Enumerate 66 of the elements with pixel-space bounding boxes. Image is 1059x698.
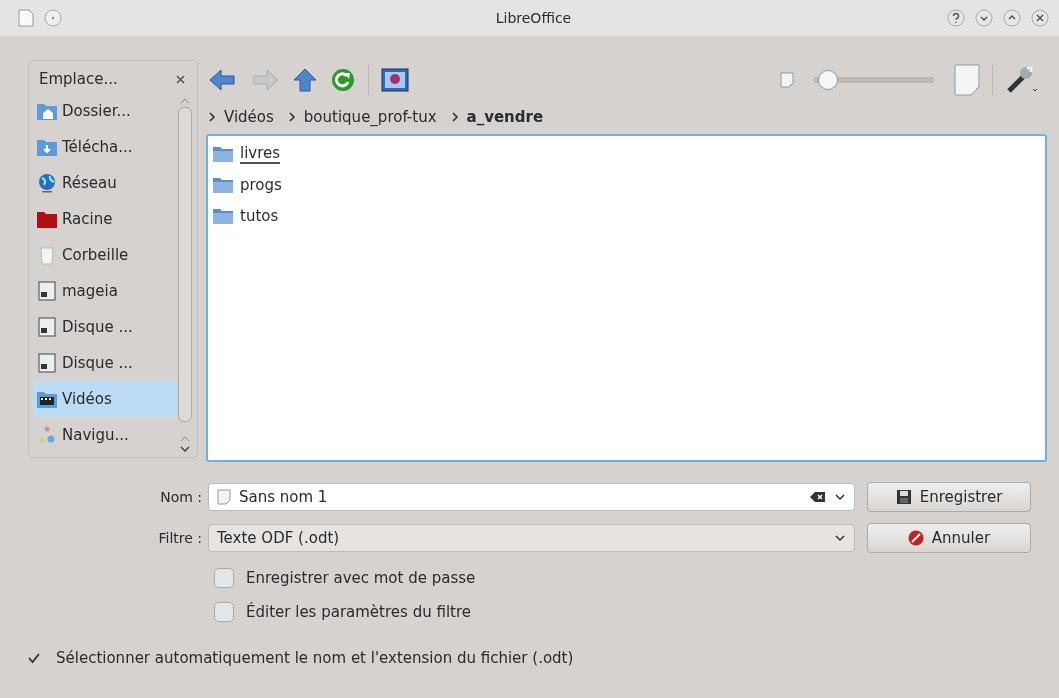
folder-icon	[212, 206, 234, 225]
place-item[interactable]: mageia	[33, 273, 177, 309]
field-label: Nom :	[159, 488, 202, 505]
up-arrow-icon[interactable]	[292, 67, 318, 93]
chevron-icon	[287, 112, 296, 122]
place-item[interactable]: Vidéos	[33, 381, 177, 417]
place-item[interactable]: Navigu...	[33, 417, 177, 453]
document-icon	[217, 488, 231, 505]
place-item[interactable]: Réseau	[33, 165, 177, 201]
video-folder-icon	[36, 389, 58, 409]
dropdown-icon[interactable]	[834, 492, 846, 501]
reload-icon[interactable]	[330, 67, 356, 93]
place-item[interactable]: Corbeille	[33, 237, 177, 273]
folder-icon	[212, 175, 234, 194]
drive-icon	[36, 317, 58, 337]
close-icon[interactable]	[1031, 9, 1049, 27]
scroll-down-icon[interactable]	[179, 445, 191, 453]
place-item[interactable]: Disque ...	[33, 345, 177, 381]
chevron-icon	[208, 112, 216, 122]
help-icon[interactable]	[947, 9, 965, 27]
chevron-icon	[450, 112, 459, 122]
place-item[interactable]: Disque ...	[33, 309, 177, 345]
panel-title: Emplace...	[39, 70, 118, 88]
wrench-icon[interactable]	[1005, 65, 1039, 95]
preview-icon[interactable]	[381, 68, 409, 92]
pin-button-icon[interactable]	[44, 9, 62, 27]
download-folder-icon	[36, 137, 58, 157]
breadcrumb-item[interactable]: a_vendre	[466, 108, 544, 126]
checkbox[interactable]	[214, 568, 234, 588]
drive-icon	[36, 281, 58, 301]
home-folder-icon	[36, 101, 58, 121]
cancel-icon	[907, 529, 924, 546]
breadcrumb-item[interactable]: boutique_prof-tux	[303, 108, 437, 126]
checkbox-label: Enregistrer avec mot de passe	[246, 569, 476, 587]
minimize-icon[interactable]	[975, 9, 993, 27]
field-label: Filtre :	[157, 529, 202, 546]
floppy-icon	[895, 488, 912, 505]
cancel-button[interactable]: Annuler	[867, 522, 1031, 553]
folder-item[interactable]: progs	[212, 169, 1041, 200]
folder-icon	[212, 144, 234, 163]
scroll-up-icon[interactable]	[179, 97, 191, 105]
drive-icon	[36, 353, 58, 373]
close-icon[interactable]	[176, 74, 185, 84]
name-field[interactable]: Sans nom 1	[208, 482, 855, 511]
dropdown-icon	[834, 533, 846, 542]
globe-icon	[36, 173, 58, 193]
large-page-icon	[954, 64, 980, 96]
save-button[interactable]: Enregistrer	[867, 481, 1031, 512]
folder-icon	[36, 209, 58, 229]
maximize-icon[interactable]	[1003, 9, 1021, 27]
folder-item[interactable]: tutos	[212, 200, 1041, 231]
document-icon	[18, 9, 34, 27]
checkbox-label: Éditer les paramètres du filtre	[246, 603, 471, 621]
filter-dropdown[interactable]: Texte ODF (.odt)	[208, 523, 855, 552]
place-item[interactable]: Dossier...	[33, 93, 177, 129]
check-icon	[27, 651, 41, 665]
back-arrow-icon[interactable]	[208, 68, 238, 92]
checkbox[interactable]	[214, 602, 234, 622]
window-title: LibreOffice	[494, 10, 573, 26]
small-page-icon	[780, 72, 794, 88]
clear-icon[interactable]	[810, 490, 826, 503]
checkbox-label: Sélectionner automatiquement le nom et l'extension du fichier (.odt)	[56, 649, 574, 667]
folder-item[interactable]: livres	[212, 138, 1041, 169]
breadcrumb-item[interactable]: Vidéos	[224, 108, 274, 126]
place-item[interactable]: Télécha...	[33, 129, 177, 165]
place-item[interactable]: Racine	[33, 201, 177, 237]
